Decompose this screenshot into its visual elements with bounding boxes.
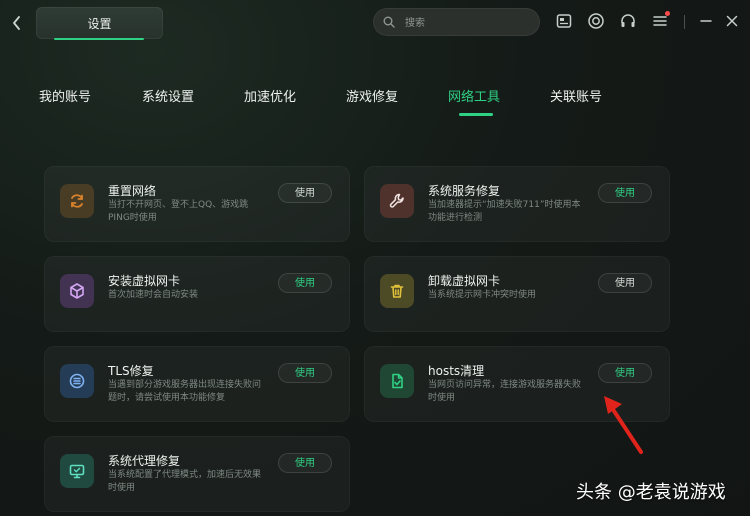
tab-my-account[interactable]: 我的账号 (39, 86, 91, 105)
tool-name: 系统代理修复 (108, 454, 181, 468)
search-icon (383, 16, 395, 28)
tool-name: 系统服务修复 (428, 184, 501, 198)
tool-description: 当打不开网页、登不上QQ、游戏跳PING时使用 (108, 200, 249, 223)
tool-card-reset-network: 重置网络 当打不开网页、登不上QQ、游戏跳PING时使用 使用 (44, 166, 350, 242)
title-underline (54, 38, 144, 40)
use-button[interactable]: 使用 (278, 273, 332, 293)
search-input[interactable] (403, 13, 533, 33)
window-title: 设置 (87, 17, 112, 31)
tool-name: hosts清理 (428, 364, 485, 378)
menu-list-icon[interactable] (651, 11, 670, 30)
tool-card-hosts-clean: hosts清理 当网页访问异常，连接游戏服务器失败时使用 使用 (364, 346, 670, 422)
use-button[interactable]: 使用 (278, 183, 332, 203)
headset-icon[interactable] (619, 12, 637, 30)
settings-title-tab[interactable]: 设置 (36, 7, 163, 40)
back-icon[interactable] (10, 14, 24, 32)
tool-description: 当网页访问异常，连接游戏服务器失败时使用 (428, 380, 582, 403)
use-button[interactable]: 使用 (598, 273, 652, 293)
watermark-text: 头条 @老袁说游戏 (576, 482, 726, 503)
tool-description: 当系统提示网卡冲突时使用 (428, 290, 537, 300)
minimize-icon[interactable] (697, 12, 715, 30)
tool-card-uninstall-virtual-nic: 卸载虚拟网卡 当系统提示网卡冲突时使用 使用 (364, 256, 670, 332)
target-icon[interactable] (587, 12, 605, 30)
tool-name: 卸载虚拟网卡 (428, 274, 501, 288)
tool-card-tls-repair: TLS修复 当遇到部分游戏服务器出现连接失败问题时，请尝试使用本功能修复 使用 (44, 346, 350, 422)
reset-icon (60, 184, 94, 218)
search-box[interactable] (373, 8, 540, 36)
tool-name: 重置网络 (108, 184, 157, 198)
use-button[interactable]: 使用 (598, 183, 652, 203)
tool-card-system-service-repair: 系统服务修复 当加速器提示“加速失败711”时使用本功能进行检测 使用 (364, 166, 670, 242)
wrench-icon (380, 184, 414, 218)
use-button[interactable]: 使用 (278, 453, 332, 473)
id-card-icon[interactable] (555, 12, 573, 30)
tab-network-tools[interactable]: 网络工具 (448, 86, 500, 105)
tool-card-install-virtual-nic: 安装虚拟网卡 首次加速时会自动安装 使用 (44, 256, 350, 332)
tool-name: TLS修复 (108, 364, 154, 378)
tool-description: 首次加速时会自动安装 (108, 290, 199, 300)
use-button[interactable]: 使用 (598, 363, 652, 383)
tool-description: 当系统配置了代理模式，加速后无效果时使用 (108, 470, 262, 493)
tool-name: 安装虚拟网卡 (108, 274, 181, 288)
active-tab-indicator (459, 113, 493, 116)
trash-icon (380, 274, 414, 308)
use-button[interactable]: 使用 (278, 363, 332, 383)
tab-system-settings[interactable]: 系统设置 (142, 86, 194, 105)
monitor-icon (60, 454, 94, 488)
tool-description: 当遇到部分游戏服务器出现连接失败问题时，请尝试使用本功能修复 (108, 380, 262, 403)
tls-icon (60, 364, 94, 398)
cube-icon (60, 274, 94, 308)
tab-game-repair[interactable]: 游戏修复 (346, 86, 398, 105)
tab-acceleration[interactable]: 加速优化 (244, 86, 296, 105)
settings-tabs: 我的账号 系统设置 加速优化 游戏修复 网络工具 关联账号 (0, 78, 750, 118)
notification-dot (665, 11, 670, 16)
toolbar-divider (684, 15, 685, 29)
tool-card-system-proxy-repair: 系统代理修复 当系统配置了代理模式，加速后无效果时使用 使用 (44, 436, 350, 512)
tool-description: 当加速器提示“加速失败711”时使用本功能进行检测 (428, 200, 581, 223)
file-clean-icon (380, 364, 414, 398)
tab-linked-accounts[interactable]: 关联账号 (550, 86, 602, 105)
close-icon[interactable] (723, 12, 741, 30)
top-bar: 设置 (0, 0, 750, 48)
